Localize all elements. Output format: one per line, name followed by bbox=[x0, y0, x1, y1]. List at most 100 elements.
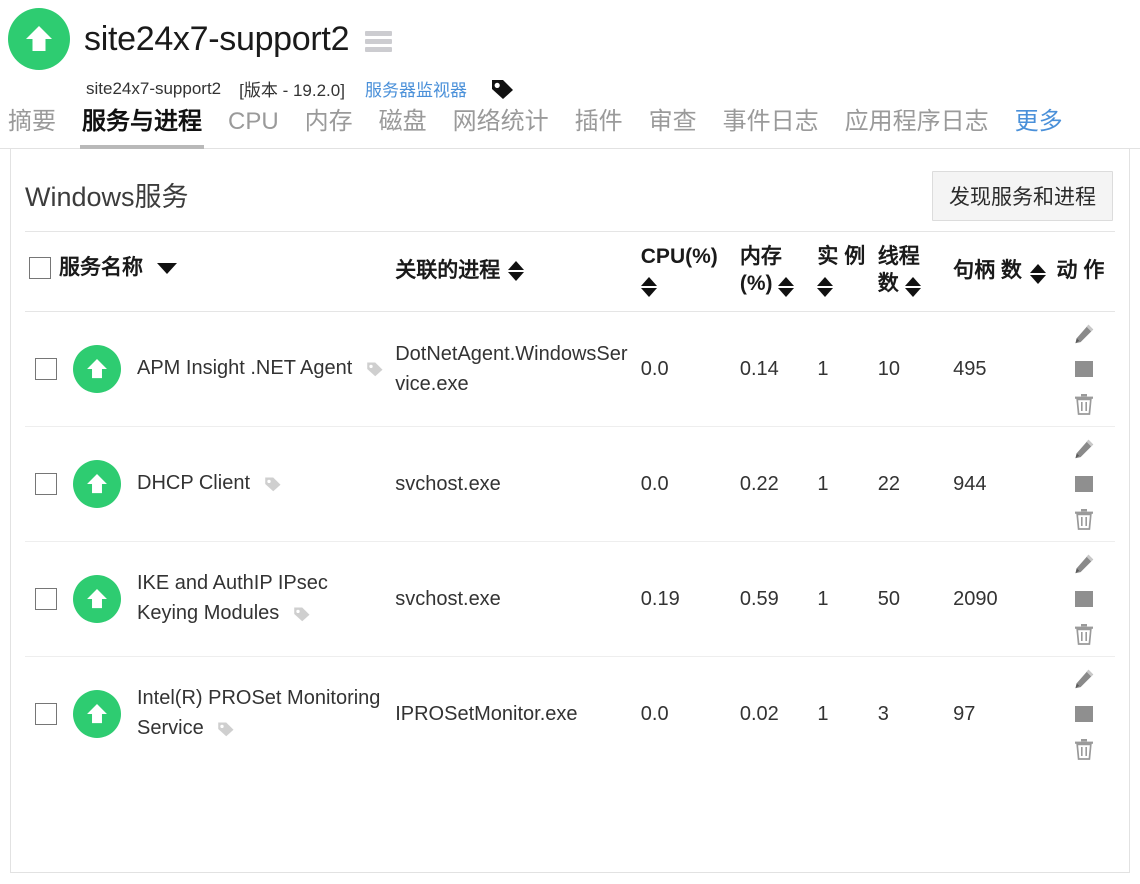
tab-plugins[interactable]: 插件 bbox=[573, 108, 625, 149]
service-name-label: DHCP Client bbox=[137, 471, 250, 494]
monitor-hostname: site24x7-support2 bbox=[86, 78, 222, 98]
sort-toggle-icon[interactable] bbox=[640, 277, 657, 298]
column-header-instances[interactable]: 实 例 bbox=[813, 232, 874, 313]
server-monitor-link[interactable]: 服务器监视器 bbox=[365, 76, 467, 101]
section-title: Windows服务 bbox=[25, 182, 189, 213]
cell-associated-process: IPROSetMonitor.exe bbox=[395, 703, 578, 726]
monitor-meta-row: site24x7-support2 [版本 - 19.2.0] 服务器监视器 bbox=[0, 76, 1140, 101]
column-header-memory[interactable]: 内存 (%) bbox=[735, 232, 814, 313]
row-select-checkbox[interactable] bbox=[35, 703, 57, 726]
status-up-icon bbox=[73, 575, 121, 624]
delete-icon[interactable] bbox=[1072, 507, 1096, 531]
select-all-checkbox[interactable] bbox=[29, 257, 51, 280]
column-header-associated-process[interactable]: 关联的进程 bbox=[391, 232, 637, 313]
stop-icon[interactable] bbox=[1073, 473, 1095, 495]
delete-icon[interactable] bbox=[1072, 392, 1096, 416]
column-header-service-name[interactable]: 服务名称 bbox=[25, 232, 392, 313]
tag-icon[interactable] bbox=[365, 356, 384, 386]
tab-disk[interactable]: 磁盘 bbox=[377, 108, 429, 149]
status-up-icon bbox=[73, 345, 121, 394]
tab-cpu[interactable]: CPU bbox=[226, 108, 281, 149]
hamburger-menu-icon[interactable] bbox=[365, 30, 393, 52]
column-header-cpu-label: CPU(%) bbox=[640, 245, 718, 269]
tab-network-stats[interactable]: 网络统计 bbox=[451, 108, 551, 149]
table-header-row: 服务名称 关联的进程 CPU(%) 内存 (%) 实 例 线程 数 句柄 数 动… bbox=[25, 232, 1115, 313]
cell-handles: 944 bbox=[949, 426, 1053, 543]
cell-threads: 10 bbox=[873, 311, 950, 428]
column-header-cpu[interactable]: CPU(%) bbox=[636, 232, 736, 313]
delete-icon[interactable] bbox=[1072, 737, 1096, 761]
table-row: DHCP Client svchost.exe 0.0 0.22 1 22 94… bbox=[25, 426, 1115, 543]
cell-service-name: DHCP Client bbox=[25, 426, 392, 543]
column-header-handles[interactable]: 句柄 数 bbox=[949, 232, 1053, 313]
row-select-checkbox[interactable] bbox=[35, 473, 57, 496]
cell-cpu: 0.0 bbox=[636, 311, 736, 428]
tab-memory[interactable]: 内存 bbox=[303, 108, 355, 149]
cell-instances: 1 bbox=[813, 426, 874, 543]
tab-more[interactable]: 更多 bbox=[1013, 108, 1065, 149]
table-body: APM Insight .NET Agent DotNetAgent.Windo… bbox=[25, 311, 1115, 772]
sort-toggle-icon[interactable] bbox=[508, 260, 525, 281]
column-header-instances-label: 实 例 bbox=[817, 245, 866, 269]
cell-handles: 495 bbox=[949, 311, 1053, 428]
column-header-handles-label: 句柄 数 bbox=[953, 258, 1022, 282]
windows-services-card: Windows服务 发现服务和进程 服务名称 关联的进程 CPU(%) 内存 (… bbox=[10, 149, 1130, 874]
sort-toggle-icon[interactable] bbox=[904, 277, 921, 298]
sort-toggle-icon[interactable] bbox=[817, 277, 834, 298]
delete-icon[interactable] bbox=[1072, 622, 1096, 646]
table-row: IKE and AuthIP IPsec Keying Modules svch… bbox=[25, 541, 1115, 658]
stop-icon[interactable] bbox=[1073, 588, 1095, 610]
cell-instances: 1 bbox=[817, 703, 829, 726]
tag-icon[interactable] bbox=[489, 78, 515, 100]
tab-summary[interactable]: 摘要 bbox=[6, 108, 58, 149]
cell-threads: 22 bbox=[873, 426, 950, 543]
sort-toggle-icon[interactable] bbox=[778, 277, 795, 298]
tab-services-and-processes[interactable]: 服务与进程 bbox=[80, 108, 204, 150]
cell-associated-process: svchost.exe bbox=[391, 426, 637, 543]
cell-memory: 0.02 bbox=[739, 703, 779, 726]
cell-cpu: 0.0 bbox=[640, 703, 669, 726]
row-select-checkbox[interactable] bbox=[35, 588, 57, 611]
edit-icon[interactable] bbox=[1072, 552, 1096, 576]
column-header-memory-label: 内存 (%) bbox=[739, 245, 782, 295]
tab-application-logs[interactable]: 应用程序日志 bbox=[843, 108, 991, 149]
discover-services-and-processes-button[interactable]: 发现服务和进程 bbox=[932, 171, 1113, 222]
cell-memory: 0.22 bbox=[735, 426, 814, 543]
page-title: site24x7-support2 bbox=[84, 20, 350, 58]
tag-icon[interactable] bbox=[292, 601, 311, 631]
service-name-label: APM Insight .NET Agent bbox=[137, 356, 353, 379]
column-header-actions: 动 作 bbox=[1052, 232, 1115, 313]
tag-icon[interactable] bbox=[263, 471, 282, 501]
cell-memory: 0.14 bbox=[735, 311, 814, 428]
sort-descending-icon[interactable] bbox=[157, 262, 177, 274]
cell-service-name: IKE and AuthIP IPsec Keying Modules bbox=[25, 541, 392, 658]
cell-associated-process: DotNetAgent.WindowsService.exe bbox=[391, 311, 637, 428]
stop-icon[interactable] bbox=[1073, 358, 1095, 380]
edit-icon[interactable] bbox=[1072, 667, 1096, 691]
cell-instances: 1 bbox=[813, 541, 874, 658]
cell-actions bbox=[1052, 426, 1115, 543]
cell-actions bbox=[1052, 311, 1115, 428]
table-head: 服务名称 关联的进程 CPU(%) 内存 (%) 实 例 线程 数 句柄 数 动… bbox=[25, 232, 1115, 313]
cell-actions bbox=[1052, 657, 1115, 772]
edit-icon[interactable] bbox=[1072, 437, 1096, 461]
service-name-label: Intel(R) PROSet Monitoring Service bbox=[137, 686, 381, 739]
row-select-checkbox[interactable] bbox=[35, 358, 57, 381]
tag-icon[interactable] bbox=[216, 716, 235, 746]
services-table: 服务名称 关联的进程 CPU(%) 内存 (%) 实 例 线程 数 句柄 数 动… bbox=[25, 232, 1115, 771]
cell-service-name: Intel(R) PROSet Monitoring Service bbox=[25, 657, 391, 772]
stop-icon[interactable] bbox=[1073, 703, 1095, 725]
tab-event-logs[interactable]: 事件日志 bbox=[721, 108, 821, 149]
status-up-icon bbox=[73, 460, 121, 509]
tab-audit[interactable]: 审查 bbox=[647, 108, 699, 149]
main-tabs: 摘要 服务与进程 CPU 内存 磁盘 网络统计 插件 审查 事件日志 应用程序日… bbox=[0, 108, 1140, 150]
cell-actions bbox=[1052, 541, 1115, 658]
page-header: site24x7-support2 site24x7-support2 [版本 … bbox=[0, 0, 1140, 150]
cell-handles: 2090 bbox=[949, 541, 1053, 658]
edit-icon[interactable] bbox=[1072, 322, 1096, 346]
column-header-threads[interactable]: 线程 数 bbox=[873, 232, 950, 313]
cell-service-name: APM Insight .NET Agent bbox=[25, 311, 392, 428]
cell-handles: 97 bbox=[953, 703, 976, 726]
sort-toggle-icon[interactable] bbox=[1029, 263, 1046, 284]
column-header-service-name-label: 服务名称 bbox=[59, 256, 143, 280]
